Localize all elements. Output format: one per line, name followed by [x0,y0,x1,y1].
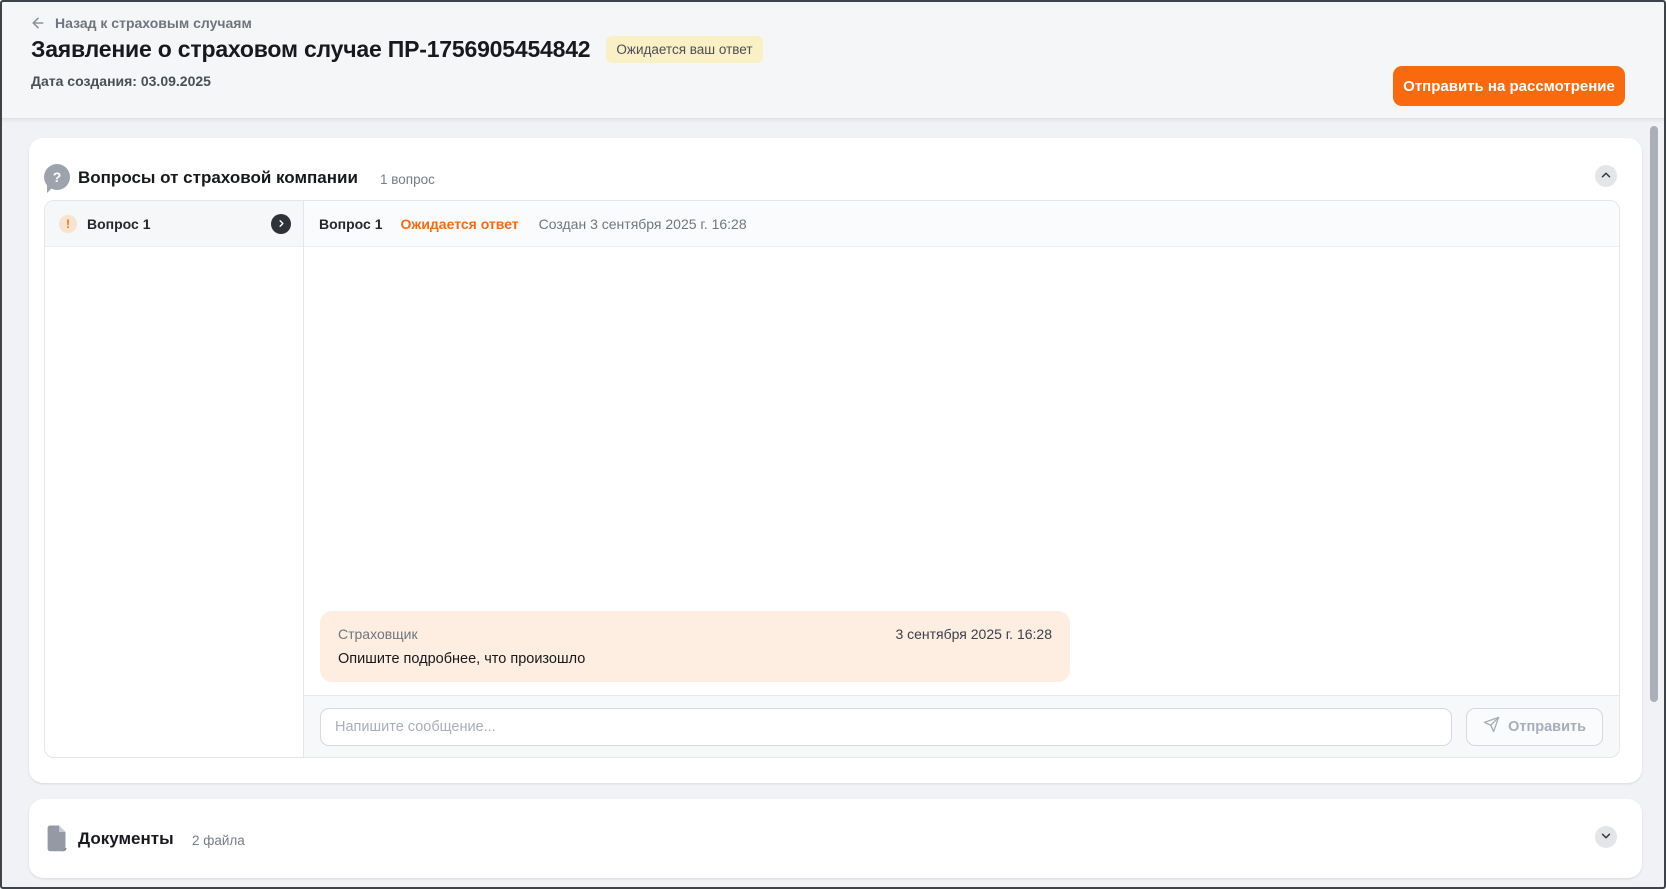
message-input[interactable] [320,708,1452,746]
document-icon [46,824,69,858]
message-text: Опишите подробнее, что произошло [338,651,1052,667]
message-bubble: Страховщик 3 сентября 2025 г. 16:28 Опиш… [320,611,1070,682]
question-created: Создан 3 сентября 2025 г. 16:28 [539,216,747,232]
message-head: Страховщик 3 сентября 2025 г. 16:28 [338,626,1052,642]
back-link[interactable]: Назад к страховым случаям [30,15,252,31]
message-list: Страховщик 3 сентября 2025 г. 16:28 Опиш… [304,247,1619,695]
question-bubble-icon: ? [44,164,70,190]
question-list-item-label: Вопрос 1 [87,216,261,232]
question-list: ! Вопрос 1 [45,201,304,757]
status-badge: Ожидается ваш ответ [606,36,762,63]
page-title: Заявление о страховом случае ПР-17569054… [31,36,590,63]
question-list-item[interactable]: ! Вопрос 1 [45,201,303,247]
send-button[interactable]: Отправить [1466,708,1603,746]
submit-for-review-button[interactable]: Отправить на рассмотрение [1393,66,1625,106]
back-link-label: Назад к страховым случаям [55,15,252,31]
chevron-down-icon [1599,829,1613,846]
message-author: Страховщик [338,626,418,642]
question-panel: ! Вопрос 1 Вопрос 1 Ожидается ответ Созд… [44,200,1620,758]
questions-section-title: Вопросы от страховой компании [78,168,358,188]
documents-section-title: Документы [78,829,174,849]
paper-plane-icon [1483,716,1500,737]
chevron-up-icon [1599,168,1613,185]
exclamation-icon: ! [59,215,77,233]
message-composer: Отправить [304,695,1619,757]
message-timestamp: 3 сентября 2025 г. 16:28 [895,626,1052,642]
question-detail: Вопрос 1 Ожидается ответ Создан 3 сентяб… [304,201,1619,757]
title-row: Заявление о страховом случае ПР-17569054… [31,36,763,63]
documents-card: Документы 2 файла [29,799,1642,878]
page-header: Назад к страховым случаям Заявление о ст… [0,0,1666,119]
created-date: Дата создания: 03.09.2025 [31,73,211,89]
questions-count: 1 вопрос [380,172,435,187]
expand-documents-button[interactable] [1595,826,1617,848]
question-detail-header: Вопрос 1 Ожидается ответ Создан 3 сентяб… [304,201,1619,247]
questions-card: ? Вопросы от страховой компании 1 вопрос… [29,138,1642,783]
documents-count: 2 файла [192,833,245,848]
chevron-right-icon [271,214,291,234]
vertical-scrollbar[interactable] [1650,126,1658,702]
question-title: Вопрос 1 [319,216,383,232]
arrow-left-icon [30,15,46,31]
send-button-label: Отправить [1508,719,1586,735]
collapse-questions-button[interactable] [1595,165,1617,187]
question-status: Ожидается ответ [401,216,519,232]
